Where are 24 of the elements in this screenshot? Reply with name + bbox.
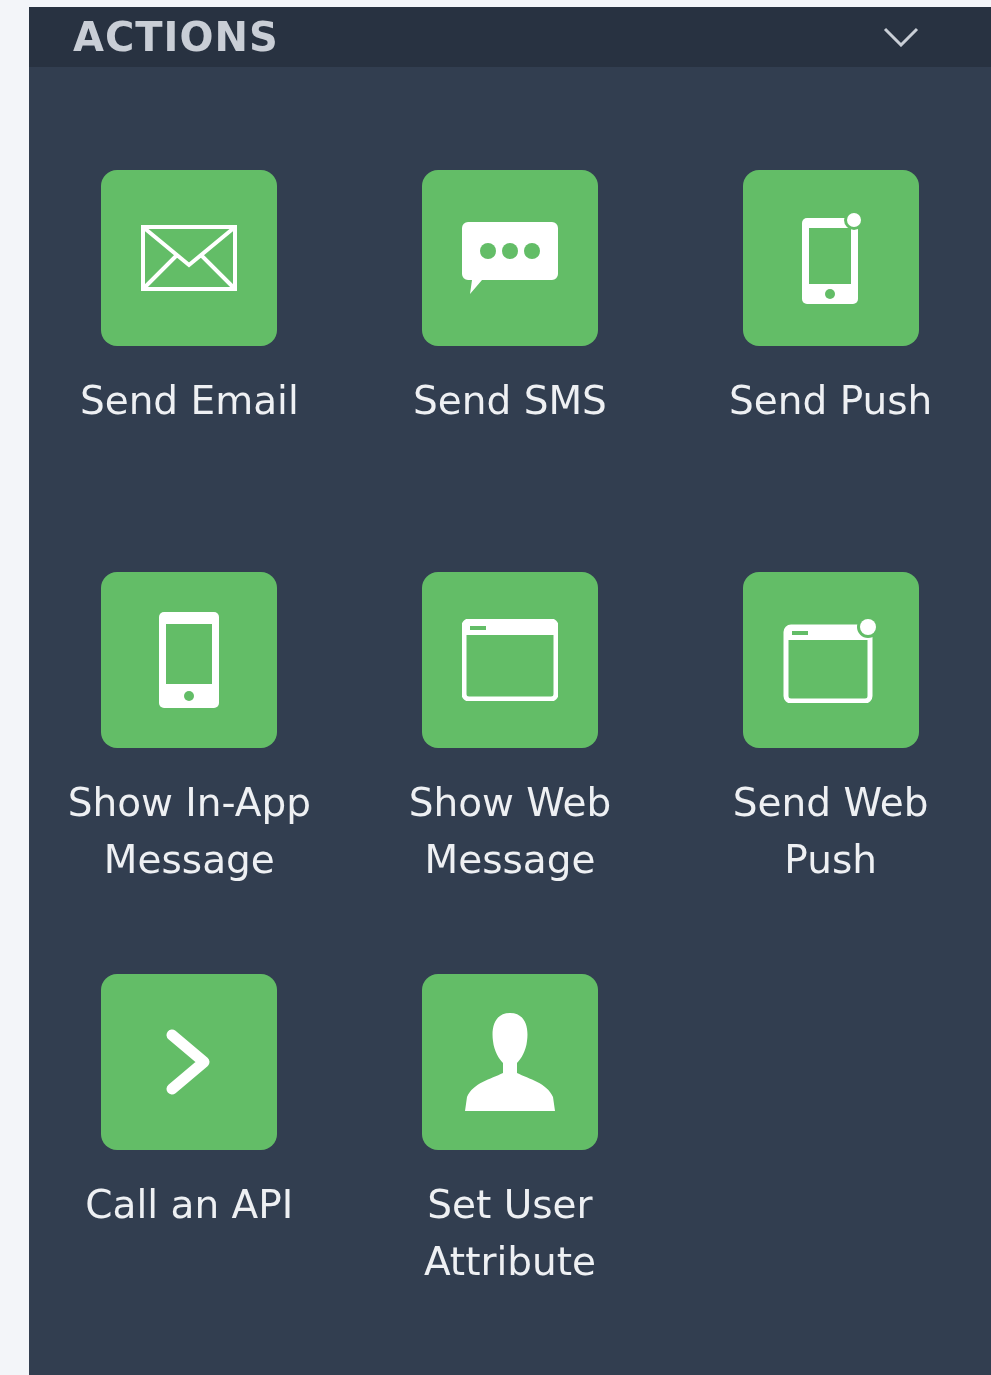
panel-header[interactable]: ACTIONS [29, 7, 991, 67]
action-label: Send SMS [412, 377, 608, 425]
panel-title: ACTIONS [73, 13, 279, 62]
action-tile[interactable] [742, 572, 919, 748]
chat-bubble-icon [462, 222, 558, 294]
action-tile[interactable] [422, 974, 598, 1150]
action-tile[interactable] [101, 572, 278, 748]
action-label: Send Web Push [731, 779, 930, 884]
phone-icon [159, 612, 220, 708]
action-label: Send Email [78, 377, 300, 425]
chevron-down-icon[interactable] [883, 27, 919, 47]
action-tile[interactable] [742, 170, 919, 346]
action-label: Set User Attribute [422, 1181, 598, 1286]
action-tile[interactable] [101, 170, 278, 346]
action-label: Call an API [84, 1181, 295, 1229]
envelope-icon [141, 225, 238, 291]
person-silhouette-icon [465, 1013, 555, 1111]
action-label: Show Web Message [407, 779, 613, 884]
action-tile[interactable] [422, 170, 598, 346]
action-tile[interactable] [101, 974, 278, 1150]
browser-window-icon [462, 619, 558, 701]
action-tile[interactable] [422, 572, 598, 748]
action-label: Show In-App Message [66, 779, 312, 884]
action-label: Send Push [728, 377, 934, 425]
